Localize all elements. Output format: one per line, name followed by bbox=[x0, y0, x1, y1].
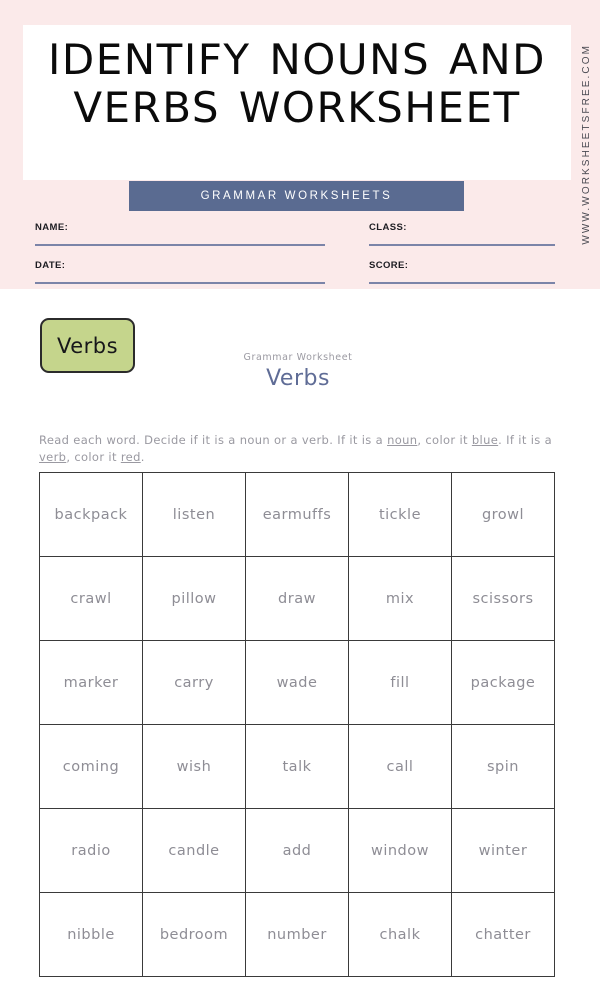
instructions-underline-verb: verb bbox=[39, 450, 67, 465]
subtitle-heading: Verbs bbox=[266, 366, 330, 391]
name-field[interactable]: NAME: bbox=[35, 222, 325, 260]
student-info-fields: NAME: CLASS: DATE: SCORE: bbox=[0, 222, 600, 298]
grammar-worksheets-banner: GRAMMAR WORKSHEETS bbox=[129, 181, 464, 211]
word-cell[interactable]: pillow bbox=[142, 556, 246, 641]
instructions-text: Read each word. Decide if it is a noun o… bbox=[39, 432, 559, 468]
instructions-part-2: , color it bbox=[417, 432, 472, 447]
banner-label: GRAMMAR WORKSHEETS bbox=[200, 190, 393, 202]
word-cell[interactable]: window bbox=[348, 808, 452, 893]
word-grid-row: nibble bedroom number chalk chatter bbox=[39, 892, 555, 977]
word-cell[interactable]: scissors bbox=[451, 556, 555, 641]
word-cell[interactable]: backpack bbox=[39, 472, 143, 557]
word-cell[interactable]: nibble bbox=[39, 892, 143, 977]
instructions-part-5: . bbox=[140, 450, 145, 465]
word-cell[interactable]: coming bbox=[39, 724, 143, 809]
word-cell[interactable]: wade bbox=[245, 640, 349, 725]
word-cell[interactable]: earmuffs bbox=[245, 472, 349, 557]
word-cell[interactable]: growl bbox=[451, 472, 555, 557]
instructions-underline-red: red bbox=[120, 450, 141, 465]
word-grid-body: backpack listen earmuffs tickle growl crawl pi… bbox=[39, 472, 555, 977]
word-grid-row: radio candle add window winter bbox=[39, 808, 555, 893]
word-cell[interactable]: mix bbox=[348, 556, 452, 641]
date-label: DATE: bbox=[35, 260, 66, 271]
word-cell[interactable]: spin bbox=[451, 724, 555, 809]
instructions-part-3: . If it is a bbox=[498, 432, 552, 447]
word-cell[interactable]: chatter bbox=[451, 892, 555, 977]
word-cell[interactable]: winter bbox=[451, 808, 555, 893]
word-cell[interactable]: fill bbox=[348, 640, 452, 725]
word-cell[interactable]: crawl bbox=[39, 556, 143, 641]
word-cell[interactable]: draw bbox=[245, 556, 349, 641]
word-cell[interactable]: tickle bbox=[348, 472, 452, 557]
date-input-line[interactable] bbox=[35, 282, 325, 284]
name-label: NAME: bbox=[35, 222, 69, 233]
score-input-line[interactable] bbox=[369, 282, 555, 284]
word-cell[interactable]: carry bbox=[142, 640, 246, 725]
word-cell[interactable]: add bbox=[245, 808, 349, 893]
score-label: SCORE: bbox=[369, 260, 409, 271]
verbs-badge-label: Verbs bbox=[56, 333, 119, 358]
word-grid-row: coming wish talk call spin bbox=[39, 724, 555, 809]
name-input-line[interactable] bbox=[35, 244, 325, 246]
date-field[interactable]: DATE: bbox=[35, 260, 325, 298]
word-cell[interactable]: talk bbox=[245, 724, 349, 809]
word-grid: backpack listen earmuffs tickle growl crawl pi… bbox=[39, 472, 555, 977]
word-cell[interactable]: listen bbox=[142, 472, 246, 557]
class-label: CLASS: bbox=[369, 222, 407, 233]
word-grid-row: marker carry wade fill package bbox=[39, 640, 555, 725]
class-field[interactable]: CLASS: bbox=[369, 222, 555, 260]
class-input-line[interactable] bbox=[369, 244, 555, 246]
worksheet-subtitle: Grammar Worksheet Verbs bbox=[188, 352, 408, 391]
instructions-part-4: , color it bbox=[66, 450, 121, 465]
instructions-underline-blue: blue bbox=[471, 432, 499, 447]
word-cell[interactable]: marker bbox=[39, 640, 143, 725]
word-cell[interactable]: candle bbox=[142, 808, 246, 893]
instructions-underline-noun: noun bbox=[387, 432, 418, 447]
word-cell[interactable]: chalk bbox=[348, 892, 452, 977]
word-cell[interactable]: package bbox=[451, 640, 555, 725]
word-grid-row: backpack listen earmuffs tickle growl bbox=[39, 472, 555, 557]
word-cell[interactable]: bedroom bbox=[142, 892, 246, 977]
subtitle-eyebrow: Grammar Worksheet bbox=[243, 352, 353, 363]
word-cell[interactable]: wish bbox=[142, 724, 246, 809]
word-cell[interactable]: number bbox=[245, 892, 349, 977]
page-title: IDENTIFY NOUNS AND VERBS WORKSHEET bbox=[47, 35, 547, 132]
instructions-part-1: Read each word. Decide if it is a noun o… bbox=[39, 432, 388, 447]
title-card: IDENTIFY NOUNS AND VERBS WORKSHEET bbox=[23, 25, 571, 180]
verbs-topic-badge: Verbs bbox=[40, 318, 135, 373]
word-cell[interactable]: radio bbox=[39, 808, 143, 893]
site-url-text: WWW.WORKSHEETSFREE.COM bbox=[580, 44, 592, 245]
field-row-2: DATE: SCORE: bbox=[0, 260, 600, 298]
word-cell[interactable]: call bbox=[348, 724, 452, 809]
field-row-1: NAME: CLASS: bbox=[0, 222, 600, 260]
score-field[interactable]: SCORE: bbox=[369, 260, 555, 298]
word-grid-row: crawl pillow draw mix scissors bbox=[39, 556, 555, 641]
